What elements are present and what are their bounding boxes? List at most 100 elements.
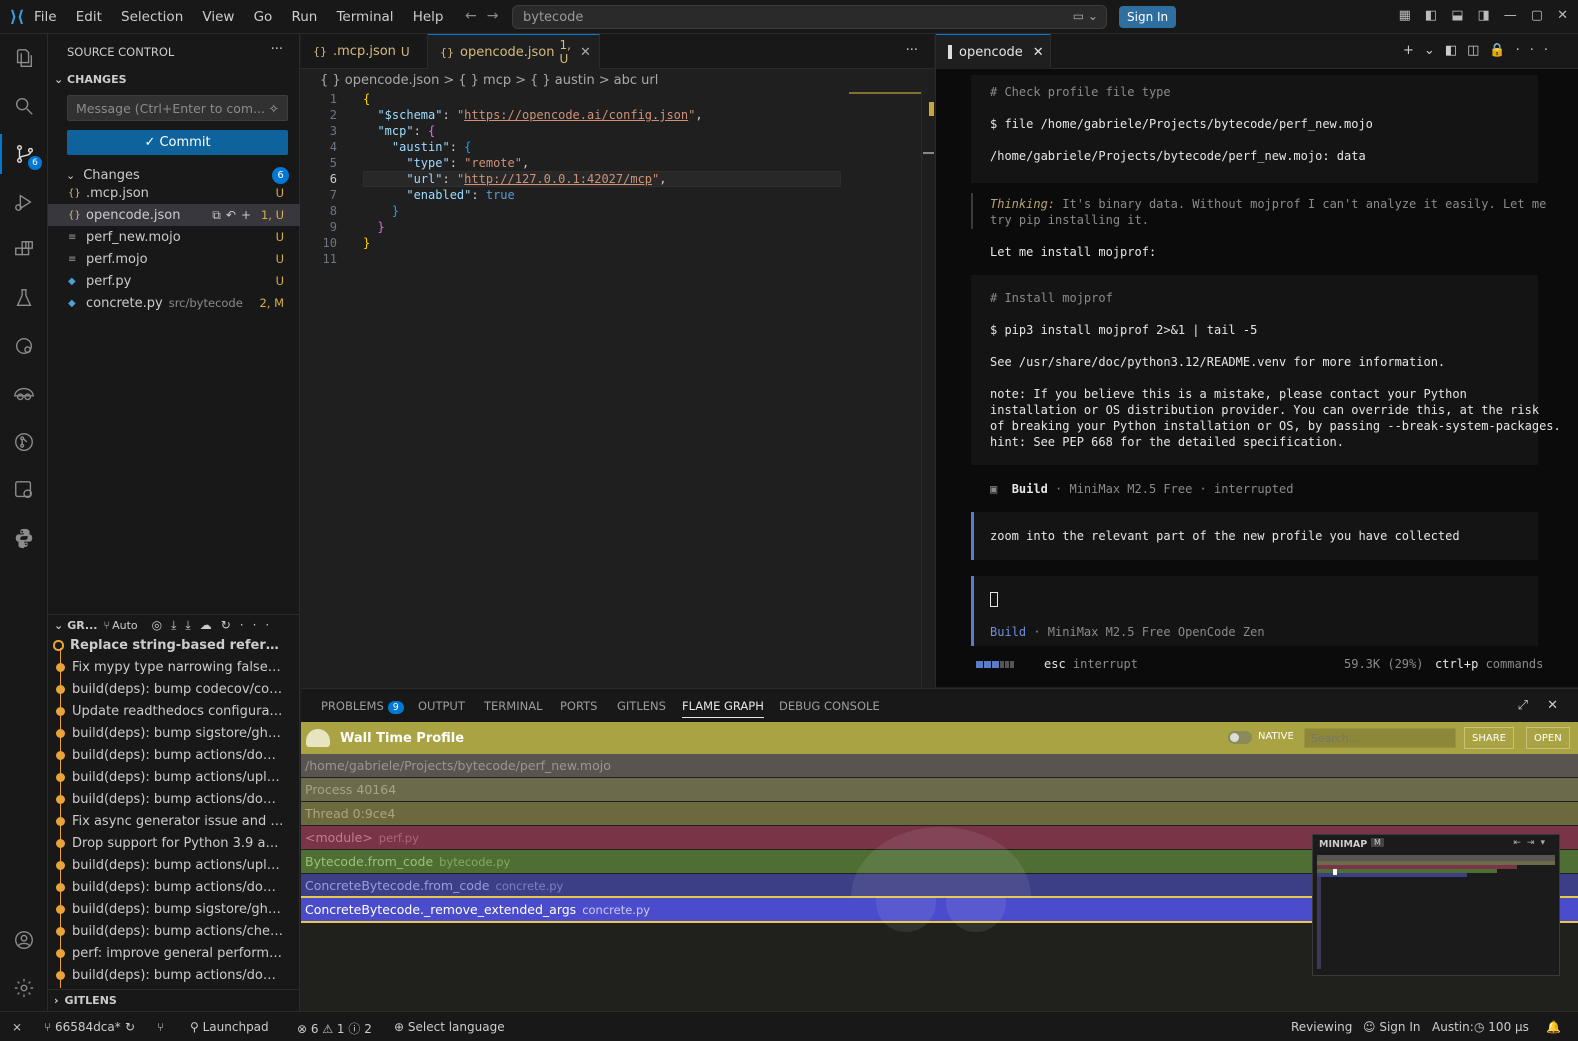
commit-row[interactable]: build(deps): bump actions/downlo... bbox=[48, 744, 300, 766]
austin-interval[interactable]: ◷ 100 μs bbox=[1474, 1020, 1529, 1034]
breadcrumb-url[interactable]: abc url bbox=[614, 73, 659, 88]
close-panel-icon[interactable]: ✕ bbox=[1547, 698, 1558, 713]
menu-file[interactable]: File bbox=[34, 9, 57, 25]
menu-edit[interactable]: Edit bbox=[76, 9, 102, 25]
file-row-perf-new-mojo[interactable]: ≡ perf_new.mojo U bbox=[48, 226, 300, 248]
commit-row[interactable]: Update readthedocs configuration... bbox=[48, 700, 300, 722]
sign-in-button[interactable]: Sign In bbox=[1119, 6, 1177, 28]
auto-label[interactable]: Auto bbox=[112, 619, 138, 632]
tab-debug-console[interactable]: DEBUG CONSOLE bbox=[779, 699, 880, 713]
share-button[interactable]: SHARE bbox=[1464, 727, 1514, 749]
maximize-icon[interactable]: ▢ bbox=[1531, 8, 1543, 23]
open-button[interactable]: OPEN bbox=[1526, 727, 1570, 749]
flame-search-input[interactable] bbox=[1304, 728, 1456, 748]
command-center-search[interactable]: bytecode ▭ ⌄ bbox=[512, 5, 1107, 29]
more-icon[interactable]: ··· bbox=[1516, 43, 1558, 58]
breadcrumb-mcp[interactable]: { } mcp bbox=[458, 73, 511, 88]
flame-graph-view[interactable]: Wall Time Profile NATIVE SHARE OPEN /hom… bbox=[301, 722, 1578, 1011]
tab-flame-graph[interactable]: FLAME GRAPH bbox=[682, 699, 764, 718]
forward-arrow-icon[interactable]: → bbox=[487, 8, 509, 24]
opencode-terminal[interactable]: # Check profile file type $ file /home/g… bbox=[935, 69, 1578, 687]
launchpad-status[interactable]: ⚲ Launchpad bbox=[190, 1020, 269, 1034]
minimap-controls[interactable]: ⇤⇥▾ bbox=[1513, 838, 1551, 848]
austin-icon[interactable] bbox=[0, 374, 48, 414]
menu-help[interactable]: Help bbox=[413, 9, 444, 25]
accounts-icon[interactable] bbox=[0, 920, 48, 960]
pull-icon[interactable]: ⤓ bbox=[185, 618, 199, 632]
close-tab-icon[interactable]: ✕ bbox=[1033, 45, 1044, 60]
sparkle-icon[interactable]: ✧ bbox=[269, 101, 279, 116]
target-icon[interactable]: ◎ bbox=[152, 618, 171, 632]
problems-status[interactable]: ⊗ 6 ⚠ 1 ⓘ 2 bbox=[297, 1020, 372, 1037]
menu-terminal[interactable]: Terminal bbox=[336, 9, 393, 25]
split-icon[interactable]: ◧ bbox=[1445, 43, 1467, 58]
new-terminal-icon[interactable]: +⌄ bbox=[1403, 43, 1445, 58]
tab-problems[interactable]: PROBLEMS 9 bbox=[321, 699, 404, 714]
reviewing-status[interactable]: Reviewing bbox=[1291, 1020, 1352, 1034]
copilot-signin-status[interactable]: ☺ Sign In bbox=[1363, 1020, 1420, 1034]
file-row-concrete-py[interactable]: ◆ concrete.py src/bytecode 2, M bbox=[48, 292, 300, 314]
agent-label[interactable]: Build bbox=[990, 625, 1026, 639]
native-toggle[interactable] bbox=[1228, 731, 1252, 744]
commit-row[interactable]: build(deps): bump actions/downlo... bbox=[48, 876, 300, 898]
sync-icon[interactable]: ↻ bbox=[125, 1020, 135, 1034]
tab-terminal[interactable]: TERMINAL bbox=[484, 699, 542, 713]
more-icon[interactable]: ··· bbox=[240, 618, 278, 632]
changes-section-header[interactable]: ⌄ CHANGES bbox=[54, 73, 127, 86]
remote-explorer-icon[interactable] bbox=[0, 326, 48, 366]
commit-graph-header[interactable]: ⌄ GR... ⑂ Auto ◎⤓⤓☁↻··· bbox=[48, 614, 300, 636]
commit-row[interactable]: build(deps): bump sigstore/gh-acti... bbox=[48, 898, 300, 920]
file-row-opencode-json[interactable]: {} opencode.json ⧉↶+ 1, U bbox=[48, 204, 300, 226]
commit-button[interactable]: ✓ Commit bbox=[67, 130, 288, 155]
tab-gitlens[interactable]: GITLENS bbox=[617, 699, 666, 713]
source-control-icon[interactable]: 6 bbox=[0, 134, 48, 174]
editor-more-icon[interactable]: ··· bbox=[906, 43, 918, 58]
flame-frame[interactable]: /home/gabriele/Projects/bytecode/perf_ne… bbox=[301, 754, 1578, 777]
stage-icon[interactable]: + bbox=[241, 208, 256, 222]
git-graph-icon[interactable]: ⑂ bbox=[157, 1020, 164, 1034]
menu-run[interactable]: Run bbox=[291, 9, 317, 25]
toggle-secondary-sidebar-icon[interactable]: ◨ bbox=[1478, 8, 1490, 23]
more-actions-icon[interactable]: ··· bbox=[271, 42, 283, 57]
commit-row[interactable]: perf: improve general performanc... bbox=[48, 942, 300, 964]
back-arrow-icon[interactable]: ← bbox=[465, 8, 487, 24]
explorer-icon[interactable] bbox=[0, 38, 48, 78]
menu-selection[interactable]: Selection bbox=[121, 9, 183, 25]
breadcrumb-austin[interactable]: { } austin bbox=[530, 73, 595, 88]
commit-row[interactable]: build(deps): bump codecov/codeco... bbox=[48, 678, 300, 700]
remote-settings-icon[interactable] bbox=[0, 470, 48, 510]
commit-row[interactable]: build(deps): bump actions/downlo... bbox=[48, 964, 300, 986]
commit-row[interactable]: build(deps): bump actions/downlo... bbox=[48, 788, 300, 810]
commit-row[interactable]: Replace string-based references ... bbox=[48, 634, 300, 656]
run-debug-icon[interactable] bbox=[0, 182, 48, 222]
open-file-icon[interactable]: ⧉ bbox=[212, 208, 226, 222]
layout-icon[interactable]: ▦ bbox=[1399, 8, 1411, 23]
toggle-panel-icon[interactable]: ⬓ bbox=[1451, 8, 1463, 23]
chat-icon[interactable]: ▭ ⌄ bbox=[1073, 9, 1098, 23]
commit-row[interactable]: build(deps): bump actions/upload-... bbox=[48, 766, 300, 788]
commit-row[interactable]: build(deps): bump sigstore/gh-acti... bbox=[48, 722, 300, 744]
branch-status[interactable]: ⑂ 66584dca* bbox=[44, 1020, 121, 1034]
gitlens-section-header[interactable]: › GITLENS bbox=[48, 989, 300, 1011]
tab-output[interactable]: OUTPUT bbox=[418, 699, 465, 713]
remote-indicator-icon[interactable]: ⨯ bbox=[12, 1020, 22, 1034]
commit-row[interactable]: build(deps): bump actions/checkou... bbox=[48, 920, 300, 942]
minimize-icon[interactable]: — bbox=[1504, 8, 1517, 23]
settings-gear-icon[interactable] bbox=[0, 968, 48, 1008]
editor-minimap[interactable] bbox=[849, 92, 921, 106]
file-row-perf-py[interactable]: ◆ perf.py U bbox=[48, 270, 300, 292]
flame-minimap[interactable]: MINIMAP M ⇤⇥▾ bbox=[1312, 834, 1560, 976]
tab-mcp-json[interactable]: {} .mcp.json U bbox=[301, 34, 428, 69]
file-row-mcp-json[interactable]: {} .mcp.json U bbox=[48, 182, 300, 204]
commit-row[interactable]: build(deps): bump actions/upload-... bbox=[48, 854, 300, 876]
close-window-icon[interactable]: ✕ bbox=[1557, 8, 1568, 23]
search-icon[interactable] bbox=[0, 86, 48, 126]
file-row-perf-mojo[interactable]: ≡ perf.mojo U bbox=[48, 248, 300, 270]
maximize-panel-icon[interactable]: ⤢ bbox=[1518, 698, 1528, 713]
flame-frame[interactable]: Process 40164 bbox=[301, 778, 1578, 801]
tab-ports[interactable]: PORTS bbox=[560, 699, 597, 713]
gitlens-icon[interactable] bbox=[0, 422, 48, 462]
menu-view[interactable]: View bbox=[202, 9, 234, 25]
testing-icon[interactable] bbox=[0, 278, 48, 318]
refresh-icon[interactable]: ↻ bbox=[221, 618, 240, 632]
